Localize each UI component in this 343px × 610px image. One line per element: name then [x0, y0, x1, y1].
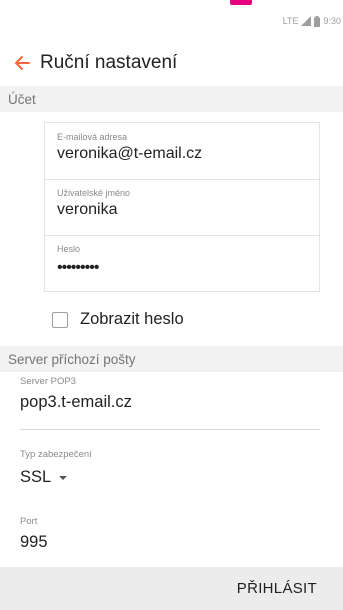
- field-underline: [20, 429, 320, 430]
- login-button[interactable]: PŘIHLÁSIT: [237, 580, 317, 597]
- security-type-dropdown[interactable]: SSL: [20, 468, 320, 487]
- port-label: Port: [20, 516, 38, 527]
- app-bar: Ruční nastavení: [0, 44, 343, 82]
- status-time: 9:30: [323, 16, 341, 26]
- back-button[interactable]: [4, 45, 40, 81]
- show-password-checkbox[interactable]: Zobrazit heslo: [52, 310, 184, 329]
- status-bar: LTE 9:30: [283, 14, 341, 28]
- section-header-incoming-server: Server příchozí pošty: [0, 346, 343, 372]
- brand-top-mark: [230, 0, 252, 5]
- port-value[interactable]: 995: [20, 533, 320, 552]
- page-title: Ruční nastavení: [40, 52, 178, 73]
- signal-icon: [301, 16, 312, 26]
- security-type-field[interactable]: Typ zabezpečení SSL: [20, 449, 320, 487]
- username-value[interactable]: veronika: [57, 201, 319, 219]
- network-type: LTE: [282, 16, 299, 26]
- password-label: Heslo: [57, 244, 81, 254]
- username-label: Uživatelské jméno: [57, 188, 131, 198]
- pop3-server-field[interactable]: Server POP3 pop3.t-email.cz: [20, 376, 320, 412]
- username-field[interactable]: Uživatelské jméno veronika: [45, 179, 319, 219]
- security-type-value: SSL: [20, 468, 52, 486]
- email-field[interactable]: E-mailová adresa veronika@t-email.cz: [45, 123, 319, 163]
- pop3-server-label: Server POP3: [20, 376, 76, 387]
- show-password-label: Zobrazit heslo: [80, 310, 184, 328]
- section-header-account: Účet: [0, 86, 343, 112]
- bottom-action-bar: PŘIHLÁSIT: [0, 567, 343, 610]
- back-arrow-icon: [15, 56, 30, 70]
- email-label: E-mailová adresa: [57, 132, 128, 142]
- pop3-server-value[interactable]: pop3.t-email.cz: [20, 393, 320, 412]
- email-value[interactable]: veronika@t-email.cz: [57, 145, 319, 163]
- checkbox-box[interactable]: [52, 311, 68, 328]
- account-card: E-mailová adresa veronika@t-email.cz Uži…: [44, 122, 320, 292]
- password-field[interactable]: Heslo •••••••••: [45, 235, 319, 276]
- port-field[interactable]: Port 995: [20, 516, 320, 552]
- password-value[interactable]: •••••••••: [57, 260, 319, 276]
- battery-icon: [314, 15, 321, 27]
- dropdown-arrow-icon: [59, 475, 68, 480]
- security-type-label: Typ zabezpečení: [20, 449, 92, 460]
